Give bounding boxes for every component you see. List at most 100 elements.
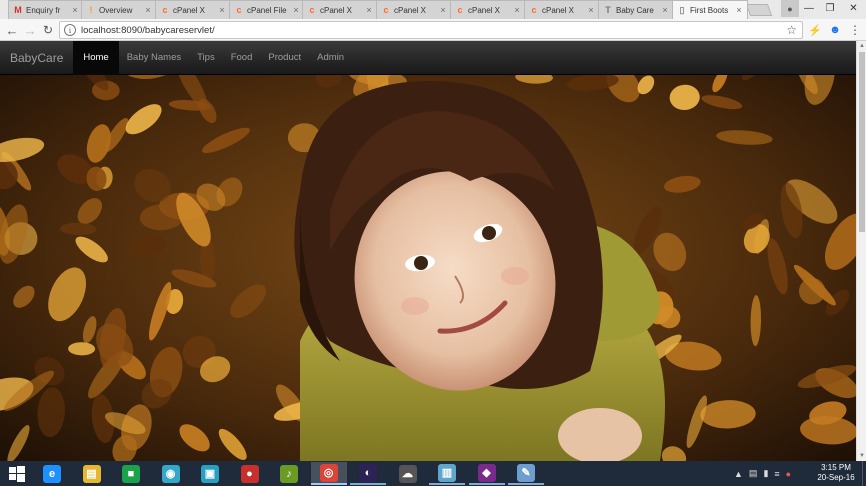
nav-admin[interactable]: Admin [309,41,352,75]
close-tab-icon[interactable]: × [143,5,153,15]
start-button[interactable] [0,461,34,486]
address-bar[interactable]: i localhost:8090/babycareservlet/ ☆ [59,21,803,39]
cpanel-icon: c [236,5,242,15]
nav-baby-names[interactable]: Baby Names [119,41,189,75]
tab-6[interactable]: c cPanel X × [450,0,526,19]
site-brand[interactable]: BabyCare [0,41,73,75]
text-icon: T [605,5,611,15]
chevron-up-icon[interactable]: ▲ [734,469,743,479]
clock-time: 3:15 PM [821,463,851,472]
taskbar-app-3[interactable]: ◉ [153,462,189,485]
hero-image: BabyCare Home Baby Names Tips Food Product Ad… [0,41,856,461]
nav-tips[interactable]: Tips [189,41,223,75]
close-tab-icon[interactable]: × [512,5,522,15]
tab-title: cPanel X [173,5,206,15]
taskbar-app-2[interactable]: ■ [113,462,149,485]
new-tab-button[interactable] [745,4,773,16]
nav-home[interactable]: Home [73,41,119,75]
network-icon[interactable]: ▤ [749,468,758,479]
close-tab-icon[interactable]: × [70,5,80,15]
battery-icon[interactable]: ▮ [763,468,768,479]
taskbar-app-8[interactable]: ◐ [350,462,386,485]
tab-2[interactable]: c cPanel X × [155,0,231,19]
tab-title: Overview [99,5,133,15]
hero-photo [0,41,856,461]
chrome-icon: ◎ [319,463,338,482]
windows-logo-icon [9,465,25,482]
taskbar-app-12[interactable]: ✎ [508,462,544,485]
tab-title: cPanel X [468,5,501,15]
bookmark-star-icon[interactable]: ☆ [786,23,797,37]
media-icon: ◉ [161,464,180,483]
taskbar-app-5[interactable]: ● [232,462,268,485]
tab-9[interactable]: ▯ First Boots × [672,0,748,19]
tab-strip: M Enquiry fr ×! Overview × c cPanel X × c cPanel … [0,0,866,19]
eclipse-icon: ◐ [359,463,377,482]
close-tab-icon[interactable]: × [586,5,596,15]
tab-title: cPanel X [394,5,427,15]
clock-date: 20-Sep-16 [817,473,855,482]
game-icon: ◆ [477,463,496,482]
music-player-icon: ♪ [280,464,298,483]
screen: M Enquiry fr ×! Overview × c cPanel X × c cPanel … [0,0,866,486]
cpanel-icon: c [162,5,168,15]
extension-icon[interactable]: ⚡ [808,23,822,37]
scroll-down-icon[interactable]: ▼ [857,451,866,461]
taskbar-app-1[interactable]: ▤ [74,462,110,485]
tab-0[interactable]: M Enquiry fr × [8,0,84,19]
cpanel-icon: c [383,5,389,15]
nav-product[interactable]: Product [260,41,309,75]
close-tab-icon[interactable]: × [217,5,227,15]
volume-icon[interactable]: ● [786,469,791,479]
taskbar-app-9[interactable]: ☁ [390,462,426,485]
close-tab-icon[interactable]: × [291,5,301,15]
page-scrollbar[interactable]: ▲ ▼ [856,41,866,461]
taskbar-app-4[interactable]: ▣ [192,462,228,485]
maximize-button[interactable]: ❐ [818,0,842,17]
tab-title: cPanel X [542,5,575,15]
wifi-icon[interactable]: ≡ [774,469,779,479]
taskbar-app-6[interactable]: ♪ [271,462,307,485]
server-icon: ☁ [398,464,417,483]
warning-icon: ! [89,5,93,15]
scroll-up-icon[interactable]: ▲ [857,41,866,51]
paint-icon: ✎ [517,463,535,482]
account-icon[interactable]: ☻ [828,23,842,37]
close-tab-icon[interactable]: × [438,5,448,15]
back-button[interactable]: ← [4,22,20,38]
reload-button[interactable]: ↻ [40,22,56,38]
show-desktop-button[interactable] [862,461,866,486]
tab-1[interactable]: ! Overview × [81,0,157,19]
info-icon[interactable]: i [64,24,76,36]
close-tab-icon[interactable]: × [364,5,374,15]
windows-taskbar: e ▤ ■ ◉ ▣ ● ♪ ◎ ◐ ☁ ▥ ◆ ✎ ▲ ▤ ▮ ≡ ● 3:15 PM 20-Sep-1… [0,461,866,486]
cpanel-icon: c [457,5,463,15]
taskbar-app-10[interactable]: ▥ [429,462,465,485]
nav-food[interactable]: Food [223,41,261,75]
tab-5[interactable]: c cPanel X × [376,0,452,19]
close-tab-icon[interactable]: × [660,5,670,15]
record-icon: ● [240,464,259,483]
clock[interactable]: 3:15 PM 20-Sep-16 [812,463,860,483]
tab-3[interactable]: c cPanel File × [229,0,305,19]
taskbar-app-7[interactable]: ◎ [310,462,347,485]
tab-title: cPanel X [320,5,353,15]
close-tab-icon[interactable]: × [734,5,744,15]
cpanel-icon: c [531,5,537,15]
forward-button[interactable]: → [22,22,38,38]
close-window-button[interactable]: ✕ [841,0,866,17]
notebook-icon: ▥ [438,463,456,482]
internet-explorer-icon: e [43,464,61,483]
scrollbar-thumb[interactable] [859,52,865,232]
taskbar-app-0[interactable]: e [34,462,70,485]
tab-4[interactable]: c cPanel X × [302,0,378,19]
cpanel-icon: c [309,5,315,15]
page-icon: ▯ [679,4,685,15]
tab-8[interactable]: T Baby Care × [598,0,674,19]
menu-icon[interactable]: ⋮ [848,23,862,37]
tab-7[interactable]: c cPanel X × [524,0,600,19]
taskbar-app-11[interactable]: ◆ [468,462,505,485]
tab-title: Enquiry fr [26,5,61,15]
url-text[interactable]: localhost:8090/babycareservlet/ [81,25,786,36]
tab-title: First Boots [690,5,729,15]
